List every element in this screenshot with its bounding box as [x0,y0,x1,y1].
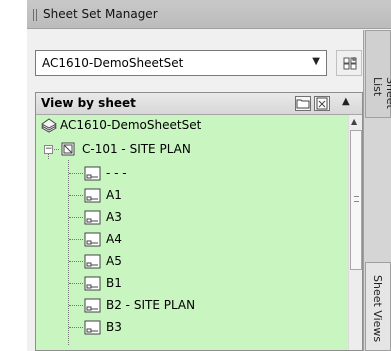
folder-view-icon [296,99,310,109]
sheet-icon [61,142,75,156]
layout-sheet-icon [84,166,101,181]
tab-sheet-list-label: Sheet List [371,77,391,109]
palette-titlebar[interactable]: Sheet Set Manager [27,0,391,29]
sheet-set-properties-icon [343,57,357,70]
sheet-set-icon [41,118,57,133]
tab-sheet-views[interactable]: Sheet Views [365,262,391,351]
tree-layout-item[interactable]: B2 - SITE PLAN [36,295,336,316]
tree-layout-label: B2 - SITE PLAN [106,298,196,312]
tab-sheet-views-label: Sheet Views [371,275,384,343]
grip-icon[interactable] [33,9,37,21]
tree-layout-item[interactable]: - - - [36,163,336,184]
grip-icon [354,196,359,202]
tree-layout-item[interactable]: A4 [36,229,336,250]
tree-layout-label: A3 [106,210,122,224]
tree-line [69,261,83,262]
tree-line [69,173,83,174]
collapse-icon[interactable]: ▲ [342,96,350,107]
collapse-node-icon[interactable]: − [44,145,53,154]
tree-sheet-label: C-101 - SITE PLAN [82,142,191,156]
tree-root-label: AC1610-DemoSheetSet [60,118,202,132]
tree-line [69,283,83,284]
tree-line [54,149,59,150]
tree-scrollbar[interactable]: ▲ [348,115,362,350]
layout-sheet-icon [84,254,101,269]
tree-layout-label: - - - [106,166,127,180]
tree-layout-label: A4 [106,232,122,246]
tree-layout-item[interactable]: A1 [36,185,336,206]
sheet-tree-panel: View by sheet ▲ AC1610-DemoSheetSet − C-… [35,92,363,351]
tree-layout-item[interactable]: A5 [36,251,336,272]
tree-line [69,195,83,196]
tree-layout-item[interactable]: B3 [36,317,336,338]
sheet-view-icon [316,97,328,110]
layout-sheet-icon [84,320,101,335]
folder-view-button[interactable] [295,96,311,111]
tree-layout-item[interactable]: B1 [36,273,336,294]
tree-header: View by sheet ▲ [36,93,362,115]
layout-sheet-icon [84,298,101,313]
tree-view-label: View by sheet [41,96,136,110]
tree-root-item[interactable]: AC1610-DemoSheetSet [36,115,336,136]
tree-layout-label: A1 [106,188,122,202]
sheet-set-dropdown[interactable]: AC1610-DemoSheetSet ▼ [35,50,327,76]
tab-sheet-list[interactable]: Sheet List [365,30,391,118]
layout-sheet-icon [84,188,101,203]
app-window: Sheet Set Manager AC1610-DemoSheetSet ▼ … [0,0,391,351]
palette-content: AC1610-DemoSheetSet ▼ View by sheet ▲ AC… [27,30,363,351]
sheet-set-manager-palette: Sheet Set Manager AC1610-DemoSheetSet ▼ … [27,0,391,351]
scrollbar-thumb[interactable] [350,130,362,270]
side-tab-strip: Sheet List Sheet Views [363,30,391,351]
tree-line [69,327,83,328]
tree-line [69,217,83,218]
layout-sheet-icon [84,276,101,291]
palette-title: Sheet Set Manager [43,7,158,21]
layout-sheet-icon [84,232,101,247]
tree-layout-label: B3 [106,320,122,334]
sheet-view-button[interactable] [314,96,330,111]
tree-layout-label: A5 [106,254,122,268]
tree-layout-item[interactable]: A3 [36,207,336,228]
scroll-up-icon[interactable]: ▲ [351,117,357,126]
sheet-tree: AC1610-DemoSheetSet − C-101 - SITE PLAN [36,115,340,350]
tree-line [69,239,83,240]
drawing-area [0,0,27,351]
tree-sheet-item[interactable]: − C-101 - SITE PLAN [36,139,336,160]
sheet-set-dropdown-value: AC1610-DemoSheetSet [42,56,184,70]
tree-line [69,305,83,306]
tree-layout-label: B1 [106,276,122,290]
sheet-set-properties-button[interactable] [336,50,362,76]
layout-sheet-icon [84,210,101,225]
chevron-down-icon[interactable]: ▼ [312,56,320,67]
